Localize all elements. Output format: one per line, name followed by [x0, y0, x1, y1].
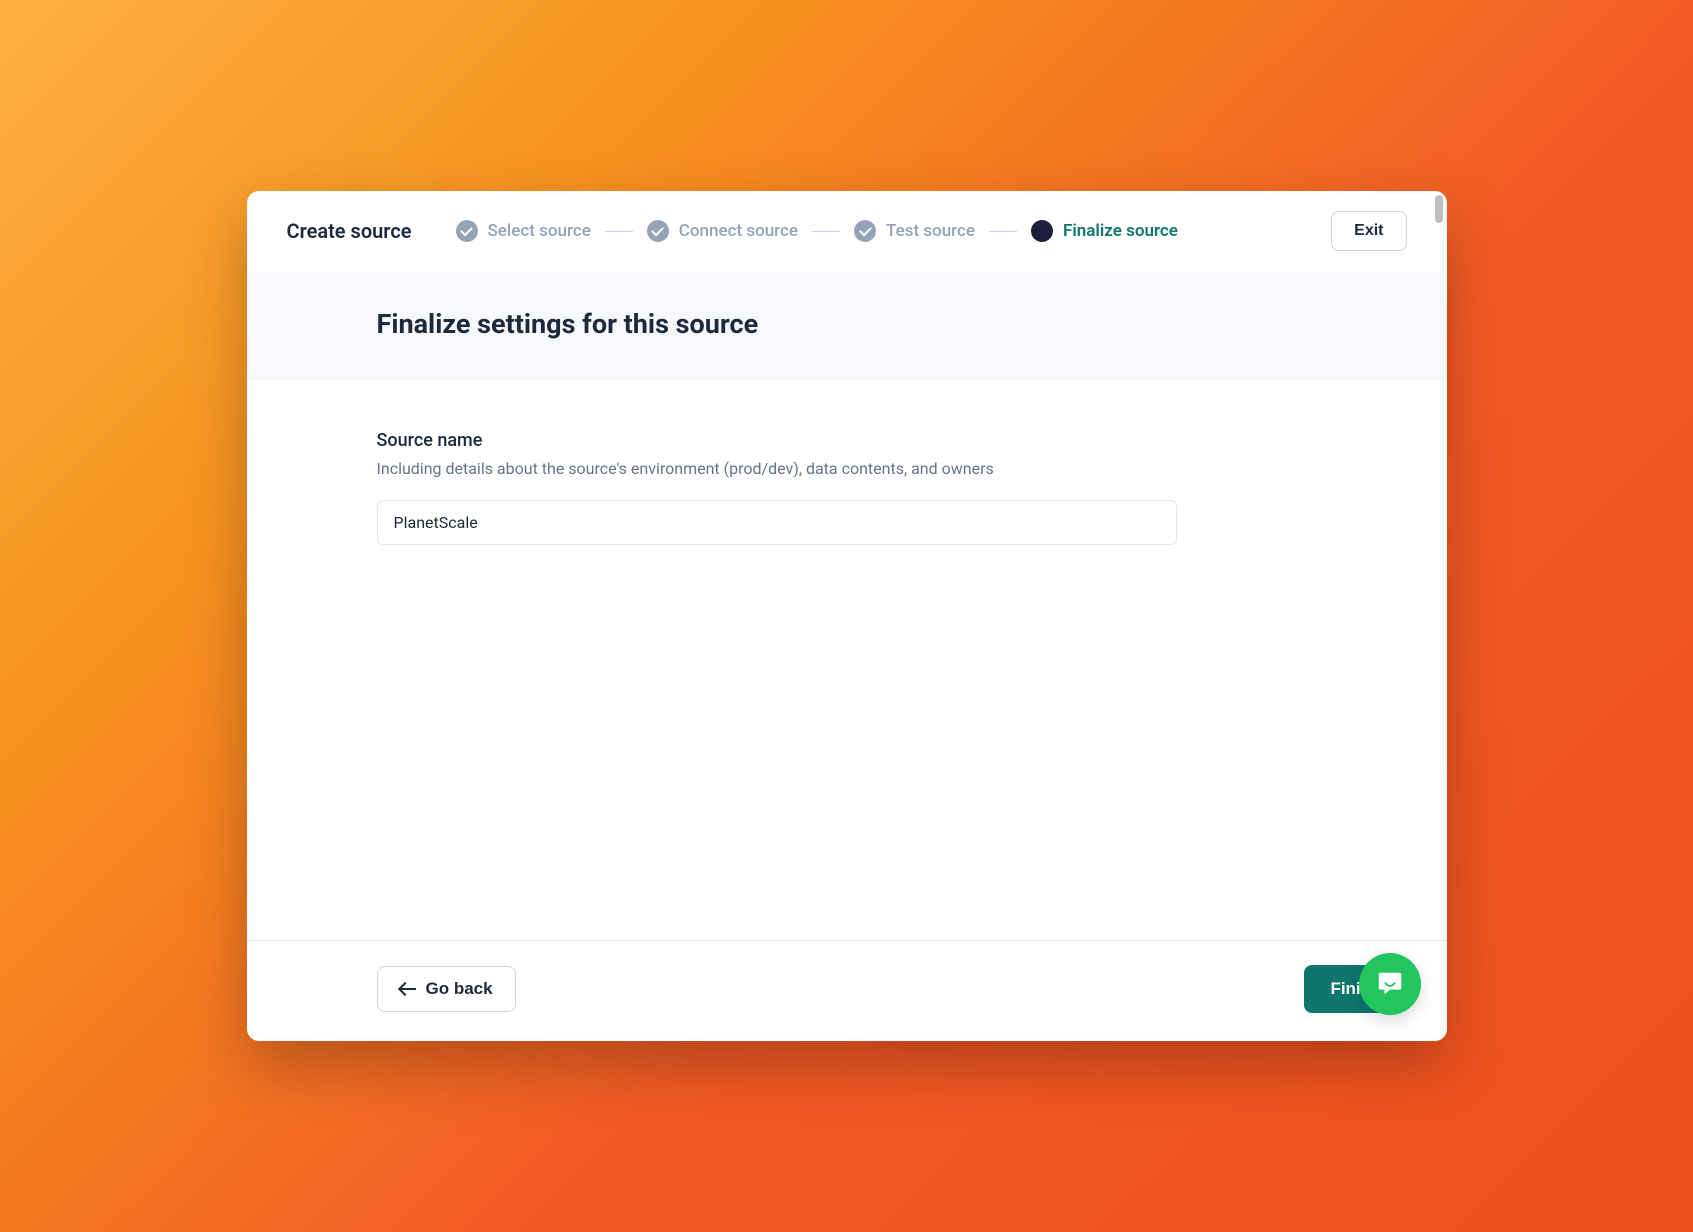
check-icon	[456, 220, 478, 242]
step-select-source: Select source	[456, 220, 591, 242]
step-label: Finalize source	[1063, 221, 1178, 241]
scrollbar[interactable]	[1435, 195, 1443, 223]
chat-widget-button[interactable]	[1359, 953, 1421, 1015]
step-label: Select source	[488, 221, 591, 241]
section-title: Finalize settings for this source	[377, 308, 1177, 340]
step-connect-source: Connect source	[647, 220, 798, 242]
check-icon	[854, 220, 876, 242]
exit-button[interactable]: Exit	[1331, 211, 1406, 251]
page-title: Create source	[287, 219, 412, 243]
step-connector	[989, 231, 1017, 232]
go-back-label: Go back	[426, 979, 493, 999]
chat-smile-icon	[1375, 969, 1405, 999]
stepper: Select source Connect source Test source…	[456, 220, 1308, 242]
source-name-input[interactable]	[377, 500, 1177, 545]
dot-icon	[1031, 220, 1053, 242]
footer: Go back Finish	[247, 940, 1447, 1041]
content-area: Source name Including details about the …	[247, 380, 1447, 940]
step-test-source: Test source	[854, 220, 975, 242]
step-label: Connect source	[679, 221, 798, 241]
header: Create source Select source Connect sour…	[247, 191, 1447, 272]
step-label: Test source	[886, 221, 975, 241]
subheader: Finalize settings for this source	[247, 272, 1447, 380]
step-connector	[605, 231, 633, 232]
source-name-label: Source name	[377, 430, 1177, 451]
check-icon	[647, 220, 669, 242]
step-finalize-source: Finalize source	[1031, 220, 1178, 242]
modal-window: Create source Select source Connect sour…	[247, 191, 1447, 1041]
go-back-button[interactable]: Go back	[377, 966, 516, 1012]
source-name-help: Including details about the source's env…	[377, 459, 1177, 478]
step-connector	[812, 231, 840, 232]
arrow-left-icon	[400, 988, 416, 990]
